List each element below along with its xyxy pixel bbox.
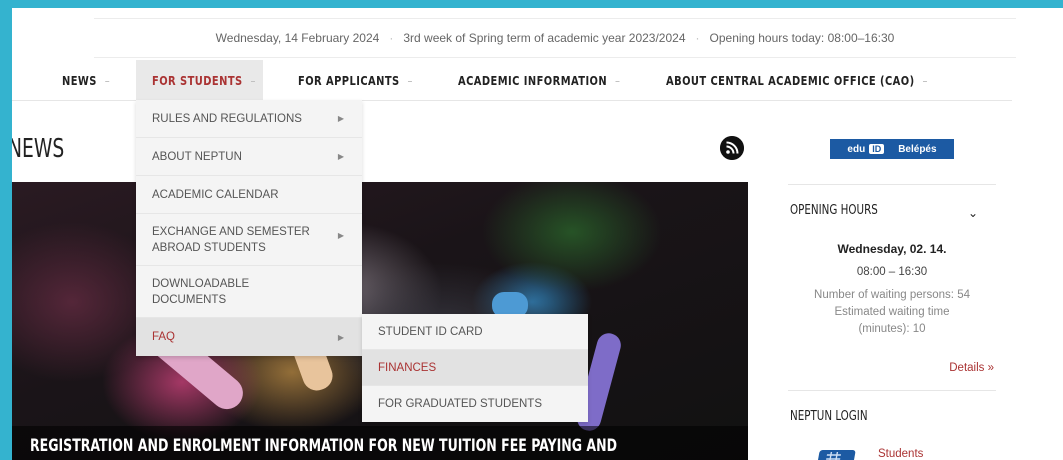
chevron-down-icon: –: [250, 72, 256, 88]
students-link[interactable]: Students: [878, 448, 923, 460]
chevron-right-icon: ▶: [337, 152, 344, 161]
eduid-logo-badge: ID: [869, 143, 885, 154]
opening-hours-today: Opening hours today: 08:00–16:30: [709, 31, 895, 45]
nav-academic-information[interactable]: ACADEMIC INFORMATION –: [458, 60, 620, 100]
eduid-login-button[interactable]: edu ID Belépés: [830, 139, 954, 159]
rss-icon[interactable]: [720, 136, 744, 160]
separator: ·: [695, 31, 700, 45]
page-title: NEWS: [12, 134, 65, 164]
divider: [788, 390, 996, 391]
hero-caption-text: REGISTRATION AND ENROLMENT INFORMATION F…: [30, 436, 618, 456]
hero-caption[interactable]: REGISTRATION AND ENROLMENT INFORMATION F…: [12, 426, 748, 460]
menu-item-label: ABOUT NEPTUN: [152, 150, 242, 163]
chevron-right-icon: ▶: [337, 231, 344, 240]
opening-time: 08:00 – 16:30: [856, 266, 928, 278]
opening-day: Wednesday, 02. 14.: [837, 242, 947, 256]
menu-item-about-neptun[interactable]: ABOUT NEPTUN ▶: [136, 138, 362, 176]
waiting-time: Estimated waiting time (minutes): 10: [834, 306, 950, 335]
menu-item-exchange[interactable]: EXCHANGE AND SEMESTER ABROAD STUDENTS ▶: [136, 214, 362, 266]
divider: [788, 184, 996, 185]
info-bar: Wednesday, 14 February 2024 · 3rd week o…: [94, 18, 1016, 58]
menu-item-academic-calendar[interactable]: ACADEMIC CALENDAR: [136, 176, 362, 214]
menu-item-rules[interactable]: RULES AND REGULATIONS ▶: [136, 100, 362, 138]
menu-item-label: FAQ: [152, 331, 176, 343]
eduid-logo: edu ID: [847, 143, 885, 155]
menu-item-label: EXCHANGE AND SEMESTER ABROAD STUDENTS: [152, 225, 310, 254]
main-nav: NEWS – FOR STUDENTS – FOR APPLICANTS – ACAD…: [12, 60, 1012, 101]
nav-for-applicants[interactable]: FOR APPLICANTS –: [298, 60, 413, 100]
details-link[interactable]: Details »: [949, 362, 994, 374]
neptun-login-title: NEPTUN LOGIN: [790, 408, 868, 424]
chevron-down-icon: –: [922, 72, 928, 88]
chevron-right-icon: ▶: [337, 114, 344, 123]
menu-item-downloadable-documents[interactable]: DOWNLOADABLE DOCUMENTS: [136, 266, 362, 318]
students-dropdown-menu: RULES AND REGULATIONS ▶ ABOUT NEPTUN ▶ A…: [136, 100, 362, 356]
menu-item-label: RULES AND REGULATIONS: [152, 112, 302, 125]
nav-academic-information-label: ACADEMIC INFORMATION: [458, 72, 608, 88]
faq-submenu: STUDENT ID CARD FINANCES FOR GRADUATED S…: [362, 314, 588, 422]
neptun-icon[interactable]: [816, 450, 856, 460]
browser-page: Wednesday, 14 February 2024 · 3rd week o…: [12, 8, 1063, 460]
menu-item-label: DOWNLOADABLE DOCUMENTS: [152, 277, 250, 306]
current-date: Wednesday, 14 February 2024: [215, 31, 380, 45]
nav-for-applicants-label: FOR APPLICANTS: [298, 72, 400, 88]
eduid-logo-text: edu: [847, 143, 866, 155]
chevron-down-icon[interactable]: ⌄: [968, 206, 978, 220]
chevron-down-icon: –: [407, 72, 413, 88]
grid-icon: [826, 452, 842, 460]
waiting-info: Number of waiting persons: 54 Estimated …: [788, 287, 996, 338]
waiting-persons: Number of waiting persons: 54: [814, 289, 970, 301]
nav-for-students-label: FOR STUDENTS: [152, 72, 243, 88]
chevron-right-icon: ▶: [337, 332, 344, 342]
nav-news[interactable]: NEWS –: [62, 60, 110, 100]
nav-for-students[interactable]: FOR STUDENTS –: [152, 60, 256, 100]
chevron-down-icon: –: [104, 72, 111, 88]
separator: ·: [389, 31, 394, 45]
submenu-item-finances[interactable]: FINANCES: [362, 350, 588, 386]
nav-about-cao[interactable]: ABOUT CENTRAL ACADEMIC OFFICE (CAO) –: [666, 60, 928, 100]
menu-item-label: ACADEMIC CALENDAR: [152, 188, 279, 201]
menu-item-faq[interactable]: FAQ ▶: [136, 318, 362, 356]
nav-about-cao-label: ABOUT CENTRAL ACADEMIC OFFICE (CAO): [666, 72, 915, 88]
academic-week: 3rd week of Spring term of academic year…: [403, 31, 686, 45]
nav-news-label: NEWS: [62, 72, 97, 88]
submenu-item-student-id-card[interactable]: STUDENT ID CARD: [362, 314, 588, 350]
opening-hours-title: OPENING HOURS: [790, 202, 878, 218]
chevron-down-icon: –: [615, 72, 621, 88]
submenu-item-graduated-students[interactable]: FOR GRADUATED STUDENTS: [362, 386, 588, 422]
login-label: Belépés: [898, 143, 937, 155]
